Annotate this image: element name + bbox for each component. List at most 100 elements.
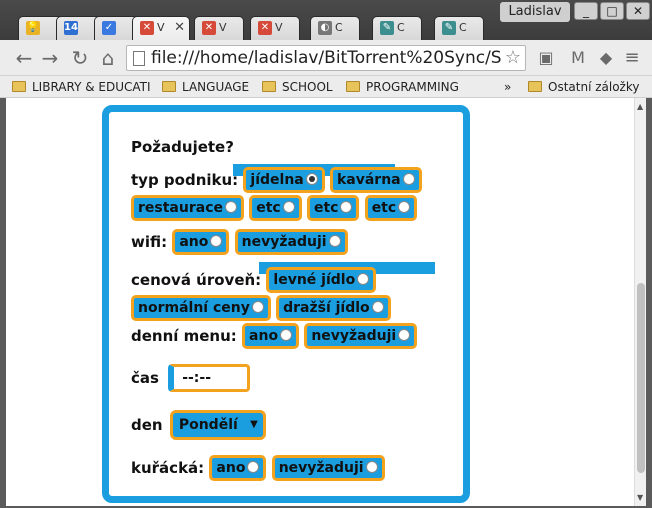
browser-toolbar: ← → ↻ ⌂ file:///home/ladislav/BitTorrent…	[0, 40, 652, 76]
option-etc[interactable]: etc	[249, 195, 302, 221]
option-restaurace[interactable]: restaurace	[131, 195, 244, 221]
calendar-icon: 14	[64, 21, 78, 35]
scroll-up-icon[interactable]: ▲	[637, 102, 643, 111]
wifi-option-ano[interactable]: ano	[172, 229, 230, 255]
option-levne-jidlo[interactable]: levné jídlo	[266, 267, 377, 293]
home-icon[interactable]: ⌂	[96, 46, 120, 70]
tab-label: V	[157, 21, 165, 34]
maximize-icon[interactable]: □	[600, 2, 624, 20]
scrollbar-thumb[interactable]	[637, 283, 645, 473]
form-card: Požadujete? typ podniku: jídelna kavárna…	[102, 105, 470, 503]
wifi-row: wifi: ano nevyžaduji	[131, 228, 431, 256]
day-select[interactable]: Pondělí ▼	[169, 410, 266, 440]
bookmark-folder[interactable]: PROGRAMMING	[346, 78, 459, 96]
bookmark-folder[interactable]: SCHOOL	[262, 78, 333, 96]
close-tab-icon[interactable]: ✕	[174, 20, 185, 35]
url-text[interactable]: file:///home/ladislav/BitTorrent%20Sync/…	[151, 47, 501, 69]
radio-icon[interactable]	[247, 461, 260, 473]
radio-checked-icon[interactable]	[305, 173, 318, 185]
price-level-row: cenová úroveň: levné jídlo normální ceny…	[131, 266, 441, 322]
wifi-option-nevyzaduji[interactable]: nevyžaduji	[234, 229, 348, 255]
smoking-row: kuřácká: ano nevyžaduji	[131, 454, 431, 482]
page-icon: ✕	[258, 21, 272, 35]
tab-5[interactable]: ✕ V	[194, 16, 244, 40]
radio-icon[interactable]	[328, 235, 341, 247]
mail-extension-icon[interactable]: M	[566, 46, 590, 70]
bookmarks-bar: LIBRARY & EDUCATI LANGUAGE SCHOOL PROGRA…	[0, 76, 652, 98]
business-type-row: typ podniku: jídelna kavárna restaurace …	[131, 166, 431, 222]
time-row: čas --:--	[131, 364, 431, 392]
pencil-icon: ✎	[442, 21, 456, 35]
c-icon: ◐	[318, 21, 332, 35]
folder-icon	[162, 81, 176, 92]
radio-icon[interactable]	[398, 329, 411, 341]
daily-menu-label: denní menu:	[131, 327, 237, 345]
option-jidelna[interactable]: jídelna	[243, 167, 325, 193]
scroll-down-icon[interactable]: ▼	[637, 493, 643, 502]
day-row: den Pondělí ▼	[131, 410, 431, 440]
option-drazsi-jidlo[interactable]: dražší jídlo	[276, 295, 391, 321]
close-window-icon[interactable]: ✕	[626, 2, 650, 20]
minimize-icon[interactable]: _	[574, 2, 598, 20]
wifi-label: wifi:	[131, 233, 168, 251]
radio-icon[interactable]	[340, 201, 353, 213]
forward-icon[interactable]: →	[38, 46, 62, 70]
bookmarks-overflow-icon[interactable]: »	[504, 78, 511, 96]
check-mail-icon: ✓	[102, 21, 116, 35]
profile-name[interactable]: Ladislav	[500, 2, 570, 22]
smoking-label: kuřácká:	[131, 459, 205, 477]
radio-icon[interactable]	[365, 461, 378, 473]
bulb-icon: 💡	[26, 21, 40, 35]
menu-icon[interactable]: ≡	[620, 46, 644, 70]
browser-tab-strip: 💡 14 ✓ ✕ V ✕ ✕ V ✕ V ◐ C ✎ C ✎ C Ladisla…	[0, 0, 652, 40]
option-etc[interactable]: etc	[364, 195, 418, 221]
back-icon[interactable]: ←	[12, 46, 36, 70]
tab-9[interactable]: ✎ C	[434, 16, 484, 40]
radio-icon[interactable]	[371, 301, 384, 313]
radio-icon[interactable]	[280, 329, 293, 341]
reload-icon[interactable]: ↻	[68, 46, 92, 70]
window-edge	[646, 98, 652, 508]
page-icon: ✕	[140, 21, 154, 35]
tab-8[interactable]: ✎ C	[372, 16, 422, 40]
other-bookmarks[interactable]: Ostatní záložky	[528, 78, 639, 96]
folder-icon	[346, 81, 360, 92]
option-etc[interactable]: etc	[306, 195, 360, 221]
tab-4-active[interactable]: ✕ V ✕	[132, 16, 190, 40]
time-input[interactable]: --:--	[168, 364, 251, 392]
menu-option-ano[interactable]: ano	[242, 323, 300, 349]
radio-icon[interactable]	[398, 201, 411, 213]
page-viewport: Požadujete? typ podniku: jídelna kavárna…	[6, 98, 634, 506]
address-bar[interactable]: file:///home/ladislav/BitTorrent%20Sync/…	[126, 45, 526, 71]
smoking-option-ano[interactable]: ano	[209, 455, 267, 481]
dropdown-arrow-icon: ▼	[250, 419, 258, 430]
daily-menu-row: denní menu: ano nevyžaduji	[131, 322, 431, 350]
tab-label: C	[397, 21, 405, 34]
smoking-option-nevyzaduji[interactable]: nevyžaduji	[271, 455, 385, 481]
bookmark-star-icon[interactable]: ☆	[505, 47, 521, 68]
bookmark-folder[interactable]: LIBRARY & EDUCATI	[12, 78, 152, 96]
option-normalni-ceny[interactable]: normální ceny	[131, 295, 271, 321]
bookmark-folder[interactable]: LANGUAGE	[162, 78, 249, 96]
radio-icon[interactable]	[251, 301, 264, 313]
extension-icon[interactable]: ▣	[534, 46, 558, 70]
file-page-icon	[133, 51, 145, 66]
radio-icon[interactable]	[402, 173, 415, 185]
tab-7[interactable]: ◐ C	[310, 16, 360, 40]
menu-option-nevyzaduji[interactable]: nevyžaduji	[304, 323, 418, 349]
tab-label: V	[219, 21, 227, 34]
radio-icon[interactable]	[224, 201, 237, 213]
radio-icon[interactable]	[210, 235, 223, 247]
folder-icon	[12, 81, 26, 92]
option-kavarna[interactable]: kavárna	[329, 167, 422, 193]
tab-label: V	[275, 21, 283, 34]
pencil-icon: ✎	[380, 21, 394, 35]
tab-6[interactable]: ✕ V	[250, 16, 300, 40]
time-label: čas	[131, 369, 159, 387]
business-type-label: typ podniku:	[131, 171, 239, 189]
vertical-scrollbar[interactable]: ▲ ▼	[634, 98, 646, 506]
radio-icon[interactable]	[282, 201, 295, 213]
translate-extension-icon[interactable]: ◆	[594, 46, 618, 70]
price-level-label: cenová úroveň:	[131, 271, 262, 289]
radio-icon[interactable]	[357, 273, 370, 285]
